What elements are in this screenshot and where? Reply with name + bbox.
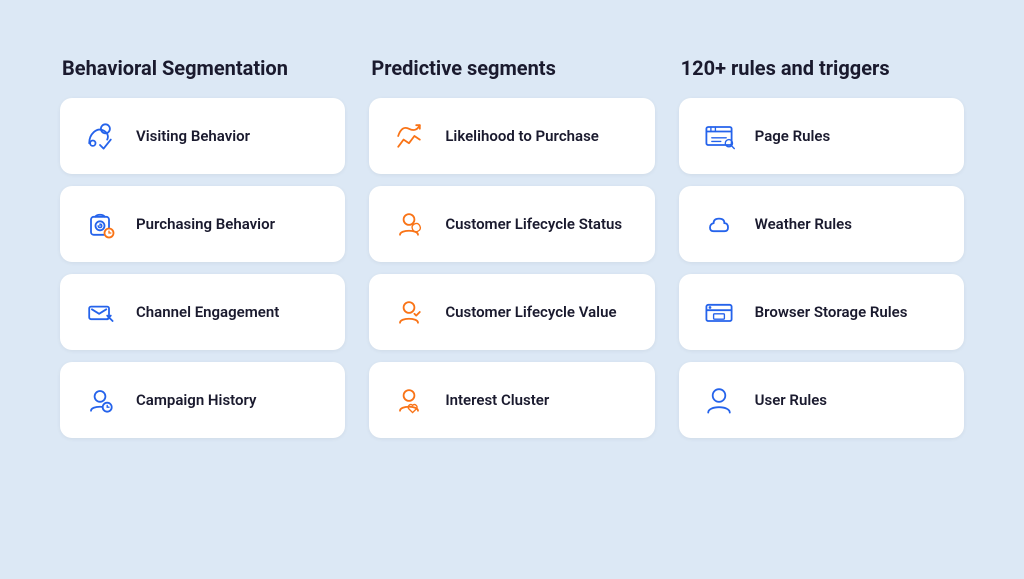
cards-col-2: Page Rules Weather Rules Browser Storage… [679,98,964,438]
column-header-1: Predictive segments [369,56,654,80]
card-2-2[interactable]: Browser Storage Rules [679,274,964,350]
column-2: 120+ rules and triggers Page Rules Weath… [679,56,964,438]
visiting-icon [80,116,120,156]
cards-col-1: Likelihood to Purchase Customer Lifecycl… [369,98,654,438]
column-header-2: 120+ rules and triggers [679,56,964,80]
content-grid: Behavioral Segmentation Visiting Behavio… [60,56,964,438]
weather-icon [699,204,739,244]
card-label-0-0: Visiting Behavior [136,127,250,145]
card-1-3[interactable]: Interest Cluster [369,362,654,438]
card-0-0[interactable]: Visiting Behavior [60,98,345,174]
channel-icon [80,292,120,332]
column-header-0: Behavioral Segmentation [60,56,345,80]
card-2-0[interactable]: Page Rules [679,98,964,174]
card-1-1[interactable]: Customer Lifecycle Status [369,186,654,262]
card-0-1[interactable]: Purchasing Behavior [60,186,345,262]
column-1: Predictive segments Likelihood to Purcha… [369,56,654,438]
card-label-2-0: Page Rules [755,127,831,145]
card-1-0[interactable]: Likelihood to Purchase [369,98,654,174]
card-2-3[interactable]: User Rules [679,362,964,438]
interest-icon [389,380,429,420]
browser-icon [699,292,739,332]
column-0: Behavioral Segmentation Visiting Behavio… [60,56,345,438]
card-1-2[interactable]: Customer Lifecycle Value [369,274,654,350]
card-label-1-2: Customer Lifecycle Value [445,303,616,321]
card-label-1-1: Customer Lifecycle Status [445,215,622,233]
purchasing-icon [80,204,120,244]
card-label-1-0: Likelihood to Purchase [445,127,599,145]
main-container: Behavioral Segmentation Visiting Behavio… [20,20,1004,559]
card-label-0-3: Campaign History [136,391,256,409]
card-label-2-1: Weather Rules [755,215,852,233]
card-0-2[interactable]: Channel Engagement [60,274,345,350]
campaign-icon [80,380,120,420]
card-label-2-3: User Rules [755,391,827,409]
card-0-3[interactable]: Campaign History [60,362,345,438]
card-2-1[interactable]: Weather Rules [679,186,964,262]
card-label-1-3: Interest Cluster [445,391,549,409]
card-label-0-2: Channel Engagement [136,303,279,321]
card-label-2-2: Browser Storage Rules [755,303,908,321]
likelihood-icon [389,116,429,156]
cards-col-0: Visiting Behavior Purchasing Behavior Ch… [60,98,345,438]
page-icon [699,116,739,156]
lifecycle-status-icon [389,204,429,244]
user-icon [699,380,739,420]
lifecycle-value-icon [389,292,429,332]
card-label-0-1: Purchasing Behavior [136,215,275,233]
